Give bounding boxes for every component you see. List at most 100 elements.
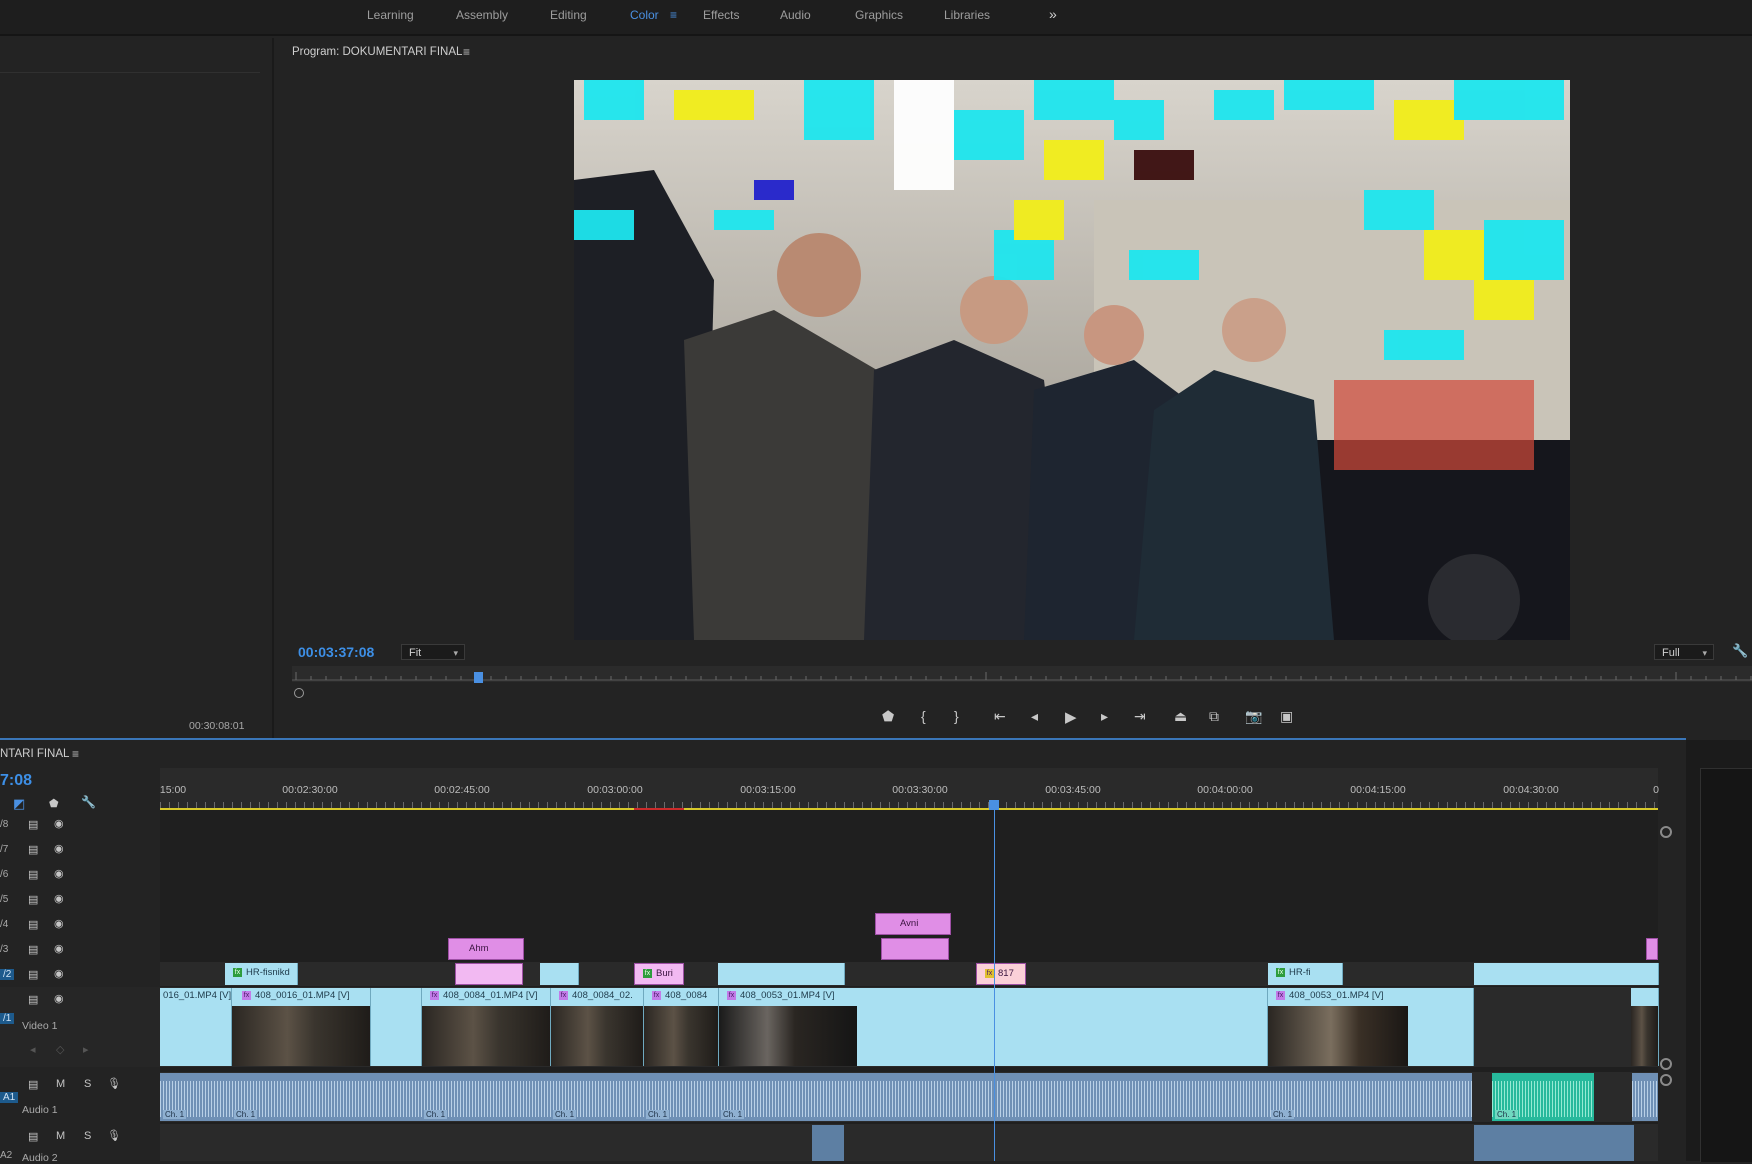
filmstrip-icon[interactable]: ▤	[28, 893, 38, 906]
next-keyframe-icon[interactable]: ▸	[83, 1043, 89, 1056]
eye-icon[interactable]: ◉	[54, 992, 64, 1005]
filmstrip-icon[interactable]: ▤	[28, 1078, 38, 1091]
clip-v2-buri[interactable]: fx Buri	[634, 963, 684, 985]
track-header-v4[interactable]: /4 ▤ ◉	[0, 912, 160, 936]
prev-keyframe-icon[interactable]: ◂	[30, 1043, 36, 1056]
clip-v2-hr-fisnikd[interactable]: fx HR-fisnikd	[225, 963, 298, 985]
clip-v3-edge[interactable]	[1646, 938, 1658, 960]
solo-button[interactable]: S	[84, 1130, 91, 1142]
clip-v1-c2[interactable]: fx 408_0084_01.MP4 [V]	[422, 988, 551, 1066]
keyframe-icon[interactable]: ◇	[56, 1043, 64, 1056]
camera-icon[interactable]: 📷	[1245, 708, 1262, 725]
lift-icon[interactable]: ⏏	[1174, 708, 1187, 725]
go-to-in-icon[interactable]: ⇤	[994, 708, 1006, 725]
track-header-v3[interactable]: /3 ▤ ◉	[0, 937, 160, 961]
mute-button[interactable]: M	[56, 1078, 65, 1090]
resolution-dropdown[interactable]: Full ▾	[1654, 644, 1714, 660]
extract-icon[interactable]: ⧉	[1209, 708, 1219, 725]
in-point-handle[interactable]	[294, 688, 304, 698]
audio-clip-a2-group[interactable]	[1474, 1125, 1634, 1161]
filmstrip-icon[interactable]: ▤	[28, 1130, 38, 1143]
clip-v1-c0[interactable]: 016_01.MP4 [V]	[160, 988, 232, 1066]
clip-v2-hr-fi[interactable]: fx HR-fi	[1268, 963, 1343, 985]
program-timecode[interactable]: 00:03:37:08	[298, 644, 374, 660]
clip-v2-pink[interactable]	[455, 963, 523, 985]
eye-icon[interactable]: ◉	[54, 892, 64, 905]
timeline-timecode[interactable]: 7:08	[0, 772, 32, 790]
scroll-handle-top[interactable]	[1660, 826, 1672, 838]
mute-button[interactable]: M	[56, 1130, 65, 1142]
lane-a2[interactable]	[160, 1124, 1658, 1161]
mark-in-icon[interactable]: {	[921, 708, 926, 724]
clip-v1-c1[interactable]: fx 408_0016_01.MP4 [V]	[232, 988, 371, 1066]
scroll-handle-bottom[interactable]	[1660, 1058, 1672, 1070]
go-to-out-icon[interactable]: ⇥	[1134, 708, 1146, 725]
microphone-icon[interactable]: 🎙	[107, 1129, 121, 1142]
track-header-v8[interactable]: /8 ▤ ◉	[0, 812, 160, 836]
track-header-a2[interactable]: A2 ▤ M S 🎙 Audio 2	[0, 1124, 160, 1164]
workspace-overflow-icon[interactable]: »	[1049, 6, 1057, 22]
add-marker-icon[interactable]: ⬟	[882, 708, 894, 725]
clip-v1-c3[interactable]: fx 408_0084_02.	[551, 988, 644, 1066]
program-playhead-marker[interactable]	[474, 672, 483, 683]
track-header-v5[interactable]: /5 ▤ ◉	[0, 887, 160, 911]
workspace-tab-libraries[interactable]: Libraries	[944, 8, 990, 22]
workspace-tab-effects[interactable]: Effects	[703, 8, 739, 22]
clip-v1-edge[interactable]	[1631, 988, 1659, 1066]
clip-v2-group[interactable]	[718, 963, 845, 985]
program-video-frame[interactable]	[574, 80, 1570, 640]
track-header-a1[interactable]: A1 ▤ M S 🎙 Audio 1	[0, 1072, 160, 1122]
clip-v2-817[interactable]: fx 817	[976, 963, 1026, 985]
clip-v2-small[interactable]	[540, 963, 579, 985]
filmstrip-icon[interactable]: ▤	[28, 918, 38, 931]
eye-icon[interactable]: ◉	[54, 817, 64, 830]
workspace-tab-assembly[interactable]: Assembly	[456, 8, 508, 22]
clip-v1-c4[interactable]: fx 408_0084	[644, 988, 719, 1066]
track-header-v2[interactable]: /2 ▤ ◉	[0, 962, 160, 986]
scroll-handle-audio[interactable]	[1660, 1074, 1672, 1086]
workspace-tab-graphics[interactable]: Graphics	[855, 8, 903, 22]
track-header-v7[interactable]: /7 ▤ ◉	[0, 837, 160, 861]
timeline-menu-icon[interactable]: ≡	[72, 747, 79, 761]
workspace-menu-icon[interactable]: ≡	[670, 8, 677, 22]
track-header-v6[interactable]: /6 ▤ ◉	[0, 862, 160, 886]
filmstrip-icon[interactable]: ▤	[28, 968, 38, 981]
program-scrub-bar[interactable]	[292, 666, 1752, 698]
audio-clip-a1-main[interactable]: Ch. 1 Ch. 1 Ch. 1 Ch. 1 Ch. 1 Ch. 1 Ch. …	[160, 1073, 1472, 1121]
vertical-zoom-scrollbar[interactable]	[1660, 818, 1672, 1148]
wrench-icon[interactable]: 🔧	[1732, 643, 1748, 659]
timeline-settings-wrench-icon[interactable]: 🔧	[81, 795, 96, 809]
eye-icon[interactable]: ◉	[54, 942, 64, 955]
eye-icon[interactable]: ◉	[54, 842, 64, 855]
marker-icon[interactable]: ⬟	[49, 797, 59, 810]
step-back-icon[interactable]: ◂	[1031, 708, 1038, 725]
filmstrip-icon[interactable]: ▤	[28, 818, 38, 831]
workspace-tab-learning[interactable]: Learning	[367, 8, 414, 22]
step-forward-icon[interactable]: ▸	[1101, 708, 1108, 725]
microphone-icon[interactable]: 🎙	[107, 1077, 121, 1090]
audio-clip-a2-small[interactable]	[812, 1125, 844, 1161]
eye-icon[interactable]: ◉	[54, 867, 64, 880]
workspace-tab-editing[interactable]: Editing	[550, 8, 587, 22]
filmstrip-icon[interactable]: ▤	[28, 943, 38, 956]
filmstrip-icon[interactable]: ▤	[28, 993, 38, 1006]
program-monitor-menu-icon[interactable]: ≡	[463, 45, 470, 59]
play-icon[interactable]: ▶	[1065, 708, 1077, 726]
lane-v2[interactable]	[160, 962, 1658, 986]
workspace-tab-audio[interactable]: Audio	[780, 8, 811, 22]
workspace-tab-color[interactable]: Color	[630, 8, 659, 22]
filmstrip-icon[interactable]: ▤	[28, 843, 38, 856]
snap-icon[interactable]: ◩	[13, 796, 25, 812]
zoom-dropdown[interactable]: Fit ▾	[401, 644, 465, 660]
clip-v1-gap[interactable]	[371, 988, 422, 1066]
time-ruler[interactable]: 15:00 00:02:30:00 00:02:45:00 00:03:00:0…	[160, 768, 1659, 810]
clip-v3-ahm[interactable]: Ahm	[448, 938, 524, 960]
clip-v2-right-group[interactable]	[1474, 963, 1659, 985]
audio-clip-a1-edge[interactable]	[1632, 1073, 1658, 1121]
solo-button[interactable]: S	[84, 1078, 91, 1090]
track-header-v1[interactable]: /1 ▤ ◉ Video 1 ◂ ◇ ▸	[0, 987, 160, 1067]
mark-out-icon[interactable]: }	[954, 708, 959, 724]
eye-icon[interactable]: ◉	[54, 967, 64, 980]
compare-view-icon[interactable]: ▣	[1280, 708, 1293, 725]
clip-v4-avni[interactable]: Avni	[875, 913, 951, 935]
